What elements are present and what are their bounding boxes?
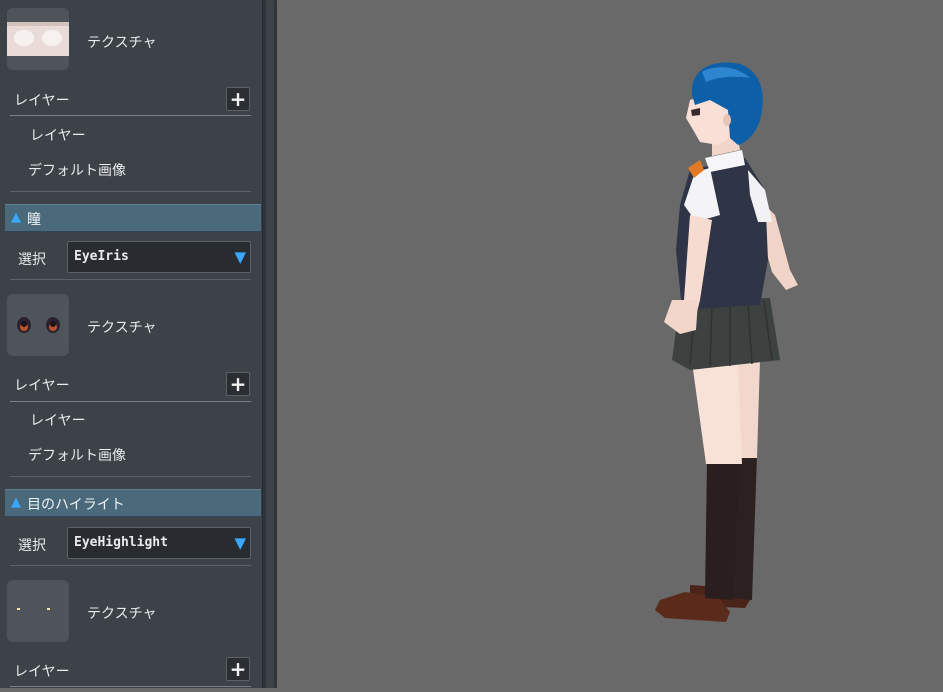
select-label: 選択 [18, 252, 46, 268]
iris-select-dropdown[interactable]: EyeIris ▼ [67, 241, 251, 273]
scrollbar-thumb[interactable] [266, 0, 274, 688]
add-layer-button[interactable]: + [226, 372, 250, 396]
divider [10, 401, 251, 402]
section-header-iris[interactable]: ▲ 瞳 [5, 204, 261, 232]
default-image-item[interactable]: デフォルト画像 [28, 160, 126, 180]
divider [10, 279, 251, 280]
layer-header: レイヤー [14, 93, 70, 109]
divider [10, 115, 251, 116]
properties-panel: テクスチャ レイヤー + レイヤー デフォルト画像 ▲ 瞳 選択 EyeIris… [0, 0, 262, 688]
add-layer-button[interactable]: + [226, 87, 250, 111]
divider [10, 565, 251, 566]
select-label: 選択 [18, 538, 46, 554]
highlight-texture-thumbnail[interactable] [7, 580, 69, 642]
texture-label: テクスチャ [87, 606, 157, 622]
3d-viewport[interactable] [277, 0, 943, 688]
iris-texture-thumbnail[interactable] [7, 294, 69, 356]
dropdown-arrow-icon: ▼ [234, 534, 246, 552]
selected-value: EyeHighlight [74, 535, 168, 550]
layer-item[interactable]: レイヤー [30, 125, 86, 145]
divider [10, 191, 251, 192]
hand-front [664, 300, 698, 334]
highlight-select-dropdown[interactable]: EyeHighlight ▼ [67, 527, 251, 559]
section-header-eye-highlight[interactable]: ▲ 目のハイライト [5, 489, 261, 517]
default-image-item[interactable]: デフォルト画像 [28, 445, 126, 465]
layer-item[interactable]: レイヤー [30, 410, 86, 430]
ear [723, 114, 731, 126]
selected-value: EyeIris [74, 249, 129, 264]
texture-label: テクスチャ [87, 320, 157, 336]
character-model [655, 62, 798, 622]
collapse-triangle-icon: ▲ [11, 495, 21, 510]
section-title: 目のハイライト [27, 497, 125, 513]
add-layer-button[interactable]: + [226, 657, 250, 681]
collapse-triangle-icon: ▲ [11, 210, 21, 225]
texture-label: テクスチャ [87, 35, 157, 51]
layer-header: レイヤー [14, 378, 70, 394]
panel-scrollbar[interactable] [262, 0, 277, 688]
eye-white-texture-thumbnail[interactable] [7, 8, 69, 70]
divider [10, 686, 251, 687]
section-title: 瞳 [27, 212, 41, 228]
divider [10, 476, 251, 477]
leg-front [692, 362, 742, 464]
layer-header: レイヤー [14, 664, 70, 680]
dropdown-arrow-icon: ▼ [234, 248, 246, 266]
